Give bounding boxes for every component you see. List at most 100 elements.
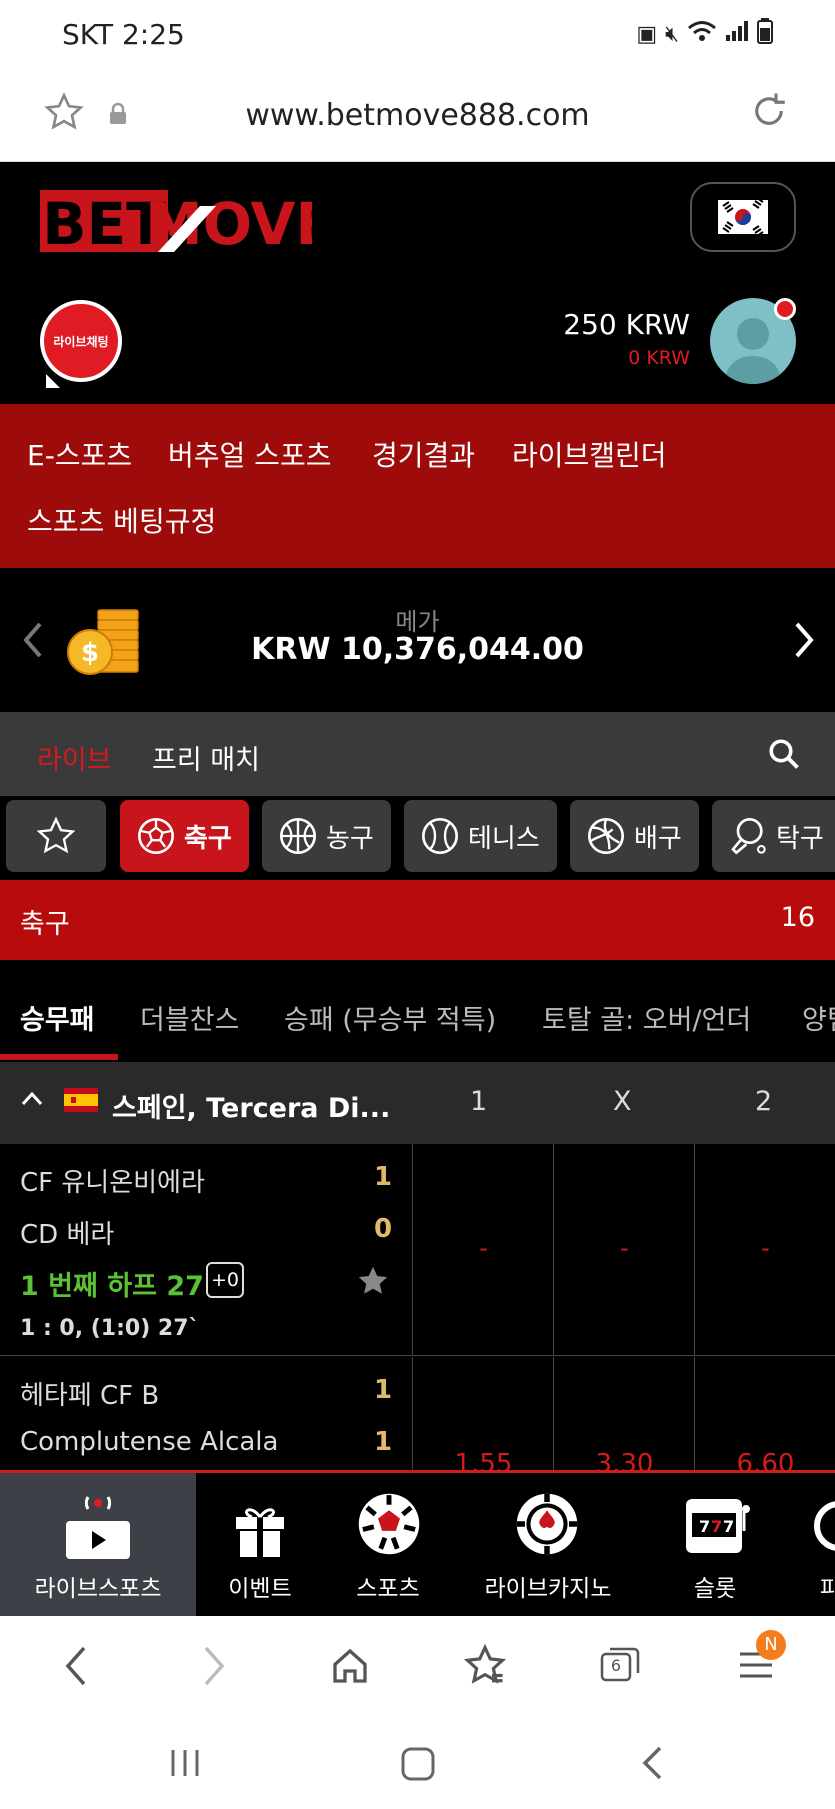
nav-label: 라이브스포츠: [34, 1576, 162, 1602]
market-tab-both-teams[interactable]: 양팀: [802, 998, 835, 1037]
menu-item-esports[interactable]: E-스포츠: [27, 434, 132, 474]
partial-icon: [814, 1501, 835, 1551]
away-team: Complutense Alcala: [20, 1427, 279, 1457]
language-selector-button[interactable]: [690, 182, 796, 252]
market-tab-double-chance[interactable]: 더블찬스: [140, 998, 239, 1037]
home-score: 1: [374, 1162, 393, 1192]
match-row[interactable]: CF 유니온비에라 1 CD 베라 0 1 번째 하프 27 +0 1 : 0,…: [0, 1144, 835, 1356]
odds-cell-x[interactable]: 3.30: [553, 1357, 694, 1470]
chevron-right-icon[interactable]: [793, 620, 817, 664]
odds-cell-1[interactable]: 1.55: [412, 1357, 553, 1470]
svg-text:7: 7: [699, 1517, 710, 1536]
odds-cell-1[interactable]: -: [412, 1144, 553, 1355]
match-row[interactable]: 헤타페 CF B 1 Complutense Alcala 1 1.55 3.3…: [0, 1357, 835, 1470]
market-tabs: 승무패 더블찬스 승패 (무승부 적특) 토탈 골: 오버/언더 양팀: [0, 962, 835, 1062]
reload-icon[interactable]: [748, 90, 790, 136]
nav-label: 파: [820, 1576, 835, 1602]
sports-selector: 축구 농구 테니스 배구 탁구: [0, 796, 835, 878]
menu-item-results[interactable]: 경기결과: [372, 434, 475, 474]
bookmarks-icon[interactable]: [463, 1643, 507, 1690]
menu-item-virtual-sports[interactable]: 버추얼 스포츠: [168, 434, 331, 474]
sport-volleyball[interactable]: 배구: [570, 800, 699, 872]
back-icon[interactable]: [62, 1644, 90, 1692]
tab-count: 6: [610, 1656, 622, 1675]
category-name: 축구: [20, 909, 70, 940]
sport-favorites[interactable]: [6, 800, 106, 872]
match-period: 1 번째 하프 27: [20, 1271, 204, 1302]
odds-value: 6.60: [736, 1449, 795, 1470]
odds-value: -: [479, 1234, 488, 1262]
live-broadcast-icon: [60, 1493, 136, 1567]
wifi-icon: [687, 20, 717, 48]
recent-apps-icon[interactable]: [168, 1746, 202, 1784]
sport-label: 배구: [634, 823, 682, 854]
sport-table-tennis[interactable]: 탁구: [712, 800, 835, 872]
system-home-icon[interactable]: [400, 1746, 436, 1786]
odds-value: 1.55: [454, 1449, 513, 1470]
tab-prematch[interactable]: 프리 매치: [152, 738, 260, 777]
league-name: 스페인, Tercera Di...: [112, 1093, 391, 1124]
battery-icon: [757, 18, 773, 50]
nav-live-sports[interactable]: 라이브스포츠: [0, 1473, 196, 1616]
sport-basketball[interactable]: 농구: [262, 800, 391, 872]
jackpot-banner: $ 메가 KRW 10,376,044.00: [0, 568, 835, 712]
odds-cell-x[interactable]: -: [553, 1144, 694, 1355]
forward-icon[interactable]: [200, 1644, 228, 1692]
table-tennis-icon: [731, 818, 766, 855]
bonus-amount: 0 KRW: [628, 347, 690, 369]
search-icon[interactable]: [766, 736, 802, 776]
soccer-ball-icon: [356, 1491, 422, 1563]
spain-flag-icon: [64, 1088, 98, 1116]
sport-label: 테니스: [468, 823, 540, 854]
site-header: BET MOVE 라이브채팅 250 KRW 0 KRW: [0, 162, 835, 402]
system-back-icon[interactable]: [640, 1744, 664, 1786]
nav-sports[interactable]: 스포츠: [324, 1473, 452, 1616]
sport-football[interactable]: 축구: [120, 800, 249, 872]
betmove-logo[interactable]: BET MOVE: [40, 186, 335, 258]
tab-live[interactable]: 라이브: [37, 738, 112, 777]
url-text[interactable]: www.betmove888.com: [0, 98, 835, 133]
slot-machine-icon: 777: [682, 1495, 752, 1563]
away-score: 1: [374, 1427, 393, 1457]
nav-live-casino[interactable]: 라이브카지노: [452, 1473, 644, 1616]
status-bar: SKT 2:25 ▣ 🔇︎: [0, 0, 835, 70]
sport-tennis[interactable]: 테니스: [404, 800, 557, 872]
odds-cell-2[interactable]: -: [694, 1144, 835, 1355]
home-icon[interactable]: [330, 1646, 370, 1690]
main-menu: E-스포츠 버추얼 스포츠 경기결과 라이브캘린더 스포츠 베팅규정: [0, 404, 835, 568]
svg-text:7: 7: [711, 1517, 722, 1536]
balance-amount: 250 KRW: [563, 308, 690, 341]
chevron-up-icon[interactable]: [20, 1090, 44, 1110]
browser-url-bar: www.betmove888.com: [0, 70, 835, 162]
nav-slots[interactable]: 777 슬롯: [644, 1473, 786, 1616]
sport-category-bar[interactable]: 축구 16: [0, 880, 835, 960]
live-prematch-tabs: 라이브 프리 매치: [0, 712, 835, 796]
live-chat-label: 라이브채팅: [53, 334, 109, 349]
odds-value: -: [761, 1234, 770, 1262]
extra-markets-badge[interactable]: +0: [206, 1262, 244, 1298]
favorite-star-icon: [36, 816, 76, 854]
nav-events[interactable]: 이벤트: [196, 1473, 324, 1616]
nav-label: 슬롯: [693, 1576, 737, 1602]
tennis-ball-icon: [422, 818, 458, 854]
live-chat-button[interactable]: 라이브채팅: [40, 300, 122, 388]
market-tab-moneyline[interactable]: 승패 (무승부 적특): [284, 998, 496, 1037]
nav-label: 이벤트: [228, 1576, 292, 1602]
home-score: 1: [374, 1375, 393, 1405]
odds-header-1: 1: [470, 1086, 488, 1117]
odds-value: 3.30: [595, 1449, 654, 1470]
nav-label: 스포츠: [356, 1576, 420, 1602]
favorite-star-icon[interactable]: [356, 1264, 390, 1302]
casino-chip-icon: [514, 1491, 580, 1563]
market-tab-1x2[interactable]: 승무패: [20, 998, 95, 1037]
sport-label: 농구: [326, 823, 374, 854]
menu-item-live-calendar[interactable]: 라이브캘린더: [512, 434, 667, 474]
nav-more[interactable]: 파: [786, 1473, 835, 1616]
league-group-header[interactable]: 스페인, Tercera Di... 1 X 2: [0, 1062, 835, 1144]
match-score-detail: 1 : 0, (1:0) 27`: [20, 1316, 200, 1341]
menu-item-betting-rules[interactable]: 스포츠 베팅규정: [27, 500, 216, 540]
market-tab-total-goals[interactable]: 토탈 골: 오버/언더: [542, 998, 751, 1037]
tabs-icon[interactable]: 6: [600, 1646, 640, 1682]
odds-cell-2[interactable]: 6.60: [694, 1357, 835, 1470]
battery-saver-icon: ▣: [636, 21, 658, 47]
